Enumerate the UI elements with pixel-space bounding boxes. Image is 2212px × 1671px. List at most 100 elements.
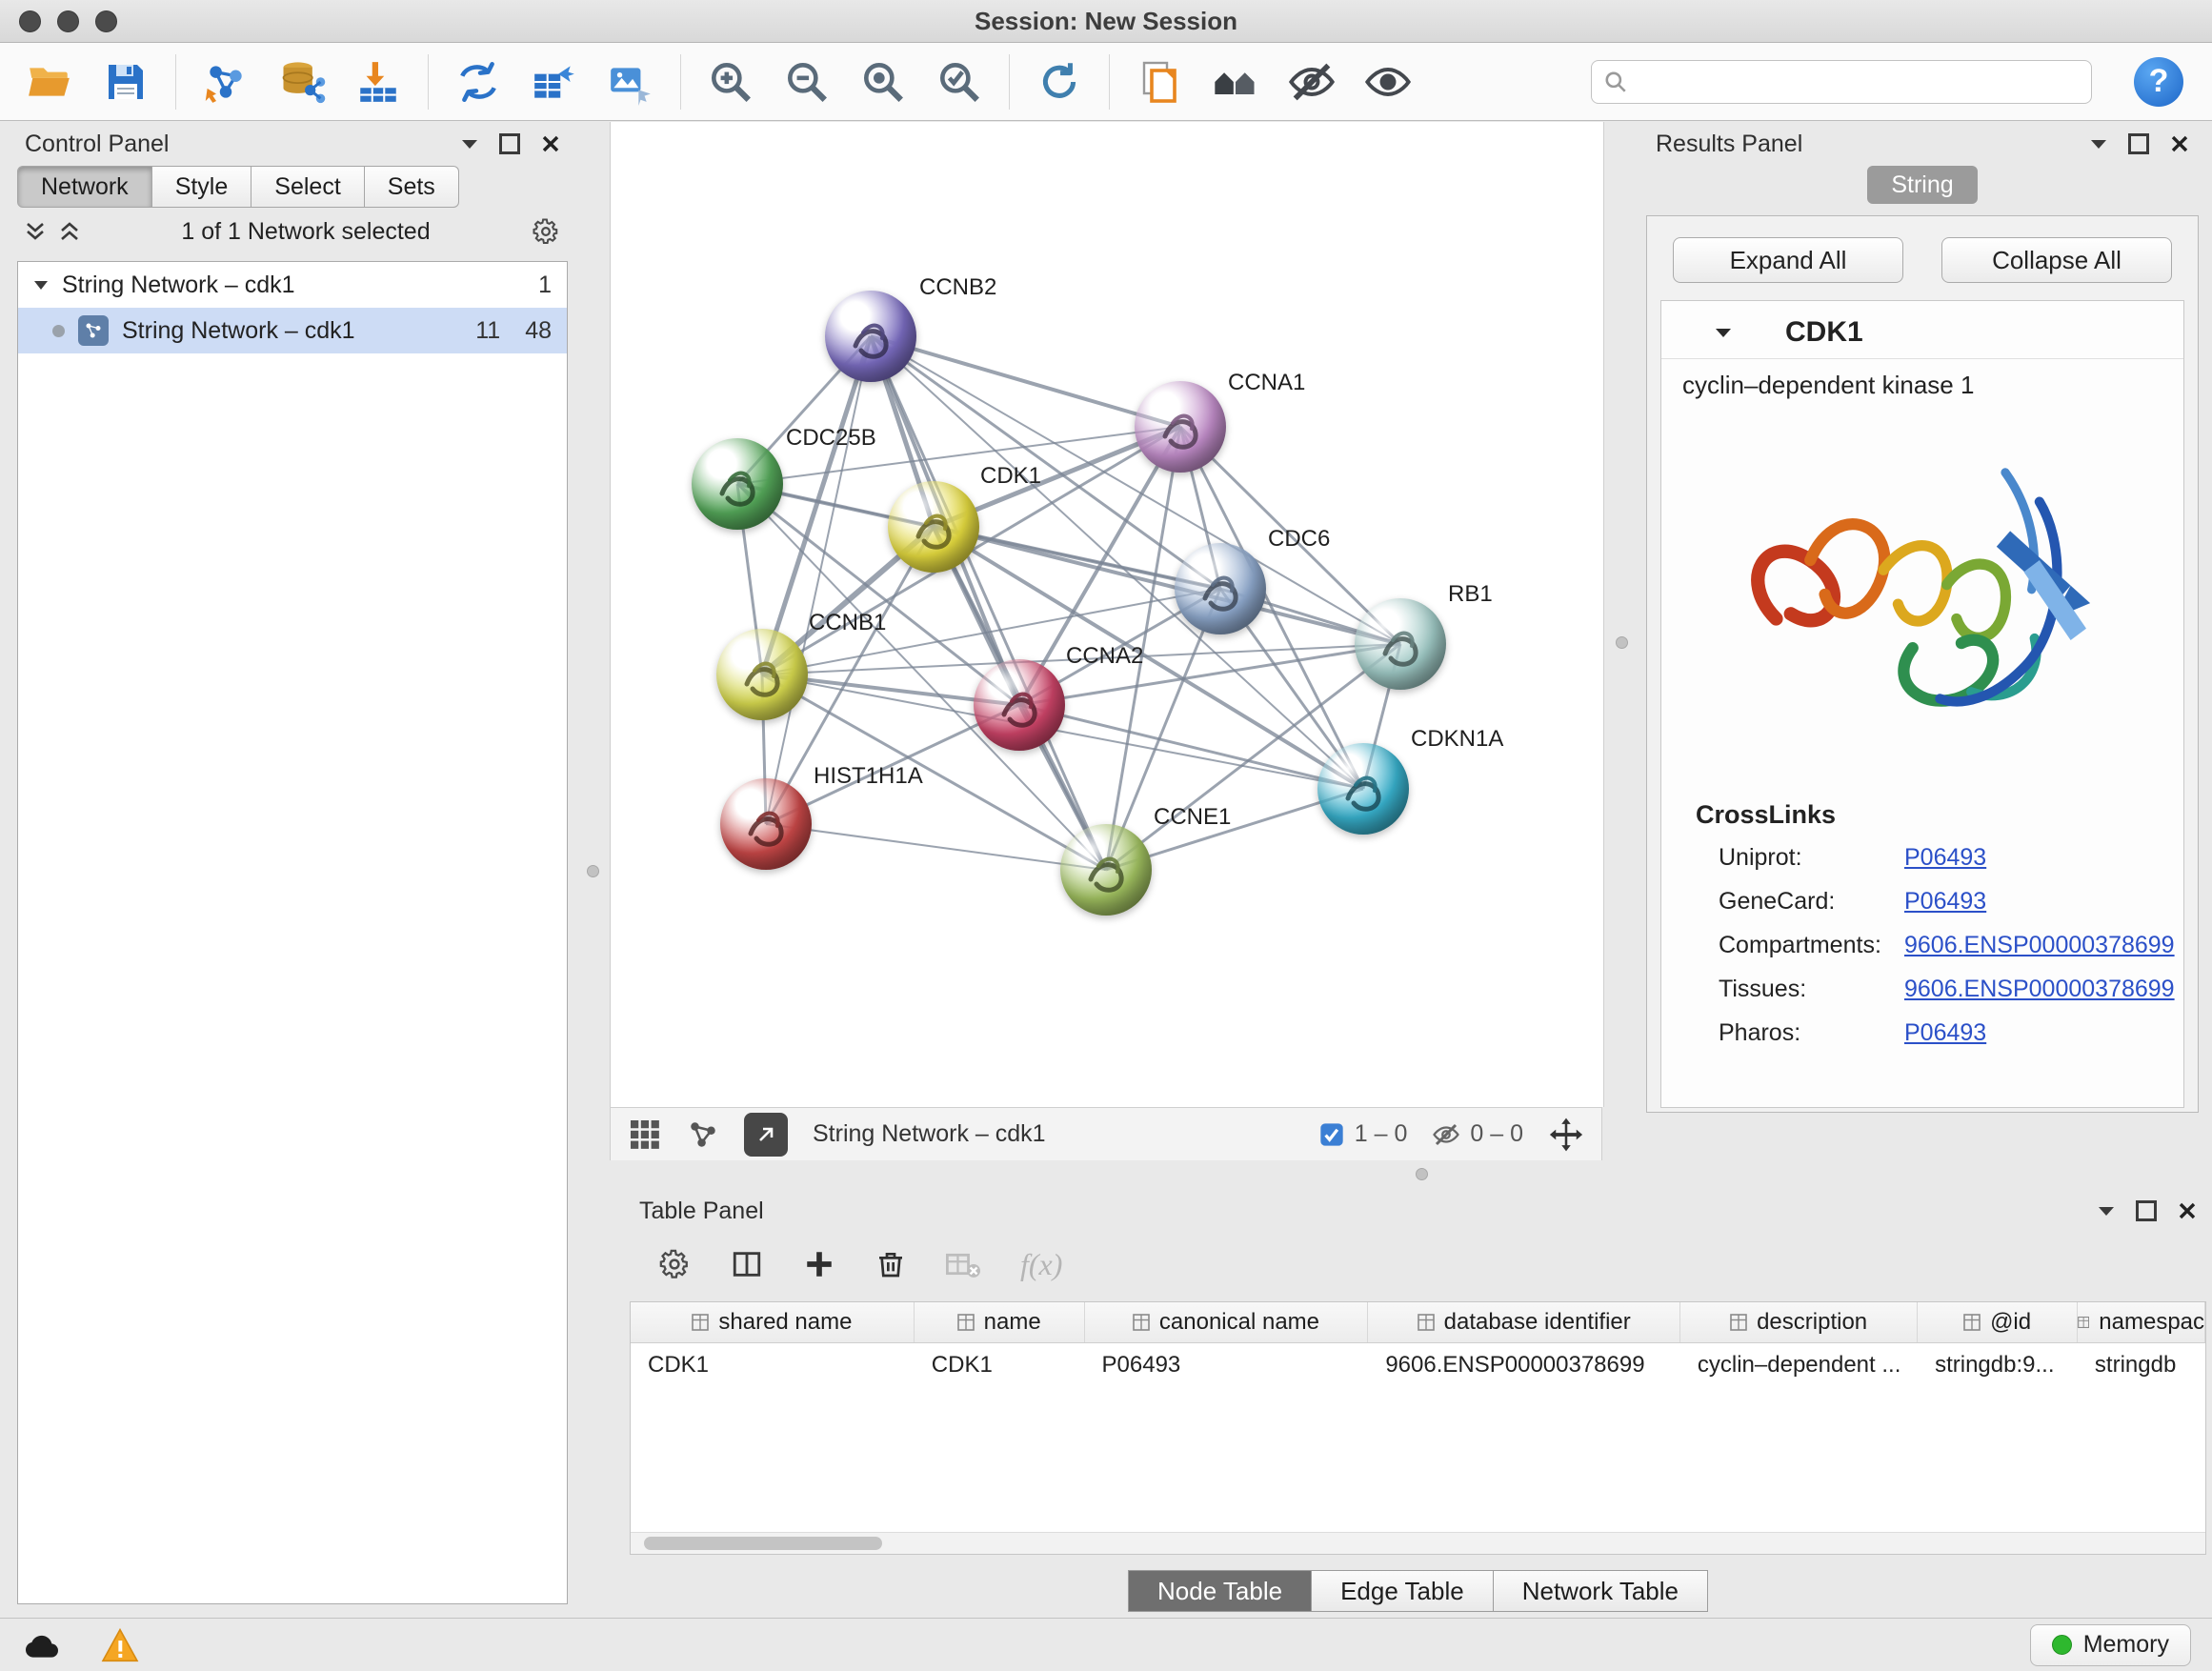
hide-selected-icon[interactable] xyxy=(1285,55,1338,109)
search-input[interactable] xyxy=(1638,68,2061,96)
zoom-fit-icon[interactable] xyxy=(856,55,910,109)
column-header[interactable]: description xyxy=(1680,1302,1918,1342)
column-type-icon xyxy=(1963,1314,1981,1331)
network-node-cdc25b[interactable] xyxy=(692,438,783,530)
export-image-icon[interactable] xyxy=(604,55,657,109)
table-options-gear-icon[interactable] xyxy=(658,1248,691,1280)
network-node-hist1h1a[interactable] xyxy=(720,778,812,870)
close-panel-icon[interactable] xyxy=(541,134,560,153)
minimize-window-button[interactable] xyxy=(57,10,79,32)
refresh-icon[interactable] xyxy=(1033,55,1086,109)
expand-all-icon[interactable] xyxy=(59,220,80,243)
panel-menu-icon[interactable] xyxy=(2098,1205,2115,1217)
help-label: ? xyxy=(2149,63,2169,100)
tab-node-table[interactable]: Node Table xyxy=(1128,1570,1312,1612)
birdseye-view-icon[interactable] xyxy=(687,1118,719,1151)
zoom-out-icon[interactable] xyxy=(780,55,834,109)
float-panel-icon[interactable] xyxy=(2136,1200,2157,1221)
cloud-icon[interactable] xyxy=(21,1629,63,1661)
import-network-file-icon[interactable] xyxy=(199,55,252,109)
splitter-handle[interactable] xyxy=(1416,1168,1428,1180)
gene-collapse-caret-icon[interactable] xyxy=(1715,327,1732,338)
column-header[interactable]: canonical name xyxy=(1085,1302,1369,1342)
new-network-icon[interactable] xyxy=(452,55,505,109)
network-node-ccna2[interactable] xyxy=(974,659,1065,751)
column-header[interactable]: database identifier xyxy=(1368,1302,1680,1342)
tab-network[interactable]: Network xyxy=(17,166,152,208)
column-header[interactable]: shared name xyxy=(631,1302,915,1342)
network-node-cdk1[interactable] xyxy=(888,481,979,573)
network-node-ccnb1[interactable] xyxy=(716,629,808,720)
collapse-all-icon[interactable] xyxy=(25,220,46,243)
show-columns-icon[interactable] xyxy=(731,1248,763,1280)
float-panel-icon[interactable] xyxy=(499,133,520,154)
panel-menu-icon[interactable] xyxy=(2090,138,2107,150)
collapse-all-button[interactable]: Collapse All xyxy=(1941,237,2172,283)
expand-all-button[interactable]: Expand All xyxy=(1673,237,1903,283)
tab-select[interactable]: Select xyxy=(251,166,364,208)
help-button[interactable]: ? xyxy=(2134,57,2183,107)
zoom-window-button[interactable] xyxy=(95,10,117,32)
detach-view-button[interactable] xyxy=(744,1113,788,1157)
show-all-icon[interactable] xyxy=(1361,55,1415,109)
network-collection-row[interactable]: String Network – cdk1 1 xyxy=(18,262,567,308)
crosslink-label: Tissues: xyxy=(1719,976,1904,1003)
splitter-handle[interactable] xyxy=(1616,636,1628,649)
crosslink-url[interactable]: P06493 xyxy=(1904,844,1986,872)
tree-expand-caret-icon[interactable] xyxy=(33,280,49,291)
zoom-in-icon[interactable] xyxy=(704,55,757,109)
zoom-selected-icon[interactable] xyxy=(933,55,986,109)
tab-string-results[interactable]: String xyxy=(1867,166,1978,204)
toolbar-separator xyxy=(428,54,429,110)
tab-edge-table[interactable]: Edge Table xyxy=(1312,1570,1494,1612)
network-node-rb1[interactable] xyxy=(1355,598,1446,690)
import-table-icon[interactable] xyxy=(352,55,405,109)
column-header[interactable]: namespac xyxy=(2078,1302,2205,1342)
copy-document-icon[interactable] xyxy=(1133,55,1186,109)
panel-menu-icon[interactable] xyxy=(461,138,478,150)
scrollbar-thumb[interactable] xyxy=(644,1537,882,1550)
network-view-title: String Network – cdk1 xyxy=(813,1120,1046,1148)
crosslink-url[interactable]: 9606.ENSP00000378699 xyxy=(1904,932,2175,959)
memory-button[interactable]: Memory xyxy=(2030,1624,2191,1666)
network-edge[interactable] xyxy=(766,336,871,824)
crosslink-url[interactable]: P06493 xyxy=(1904,888,1986,916)
column-header[interactable]: name xyxy=(915,1302,1085,1342)
close-panel-icon[interactable] xyxy=(2170,134,2189,153)
network-node-cdkn1a[interactable] xyxy=(1317,743,1409,835)
save-session-icon[interactable] xyxy=(99,55,152,109)
add-column-icon[interactable] xyxy=(803,1248,835,1280)
network-edge[interactable] xyxy=(871,336,1106,870)
pan-move-icon[interactable] xyxy=(1548,1117,1584,1153)
warning-icon[interactable] xyxy=(101,1628,139,1662)
tab-network-table[interactable]: Network Table xyxy=(1494,1570,1708,1612)
import-network-database-icon[interactable] xyxy=(275,55,329,109)
network-node-ccna1[interactable] xyxy=(1135,381,1226,473)
close-window-button[interactable] xyxy=(19,10,41,32)
splitter-handle[interactable] xyxy=(587,865,599,877)
neighborhood-icon[interactable] xyxy=(1209,55,1262,109)
network-node-ccnb2[interactable] xyxy=(825,291,916,382)
grid-view-icon[interactable] xyxy=(628,1117,662,1152)
tab-sets[interactable]: Sets xyxy=(365,166,459,208)
open-session-icon[interactable] xyxy=(23,55,76,109)
table-row[interactable]: CDK1CDK1P064939606.ENSP00000378699cyclin… xyxy=(631,1343,2205,1387)
network-edge[interactable] xyxy=(766,824,1106,870)
float-panel-icon[interactable] xyxy=(2128,133,2149,154)
network-node-ccne1[interactable] xyxy=(1060,824,1152,916)
close-panel-icon[interactable] xyxy=(2178,1201,2197,1220)
horizontal-scrollbar[interactable] xyxy=(631,1532,2205,1554)
export-table-icon[interactable] xyxy=(528,55,581,109)
crosslink-url[interactable]: P06493 xyxy=(1904,1019,1986,1047)
network-edge[interactable] xyxy=(934,527,1400,644)
gene-name: CDK1 xyxy=(1785,316,1863,349)
delete-column-icon[interactable] xyxy=(875,1248,906,1280)
network-options-gear-icon[interactable] xyxy=(532,217,560,246)
network-canvas[interactable]: CCNB2 CCNA1 CDC25B CDK1 CDC6 RB1 CCNB1 C… xyxy=(610,122,1604,1107)
network-row[interactable]: String Network – cdk1 11 48 xyxy=(18,308,567,353)
tab-style[interactable]: Style xyxy=(152,166,252,208)
control-panel-title: Control Panel xyxy=(25,131,169,158)
network-node-cdc6[interactable] xyxy=(1175,543,1266,634)
column-header[interactable]: @id xyxy=(1918,1302,2078,1342)
crosslink-url[interactable]: 9606.ENSP00000378699 xyxy=(1904,976,2175,1003)
